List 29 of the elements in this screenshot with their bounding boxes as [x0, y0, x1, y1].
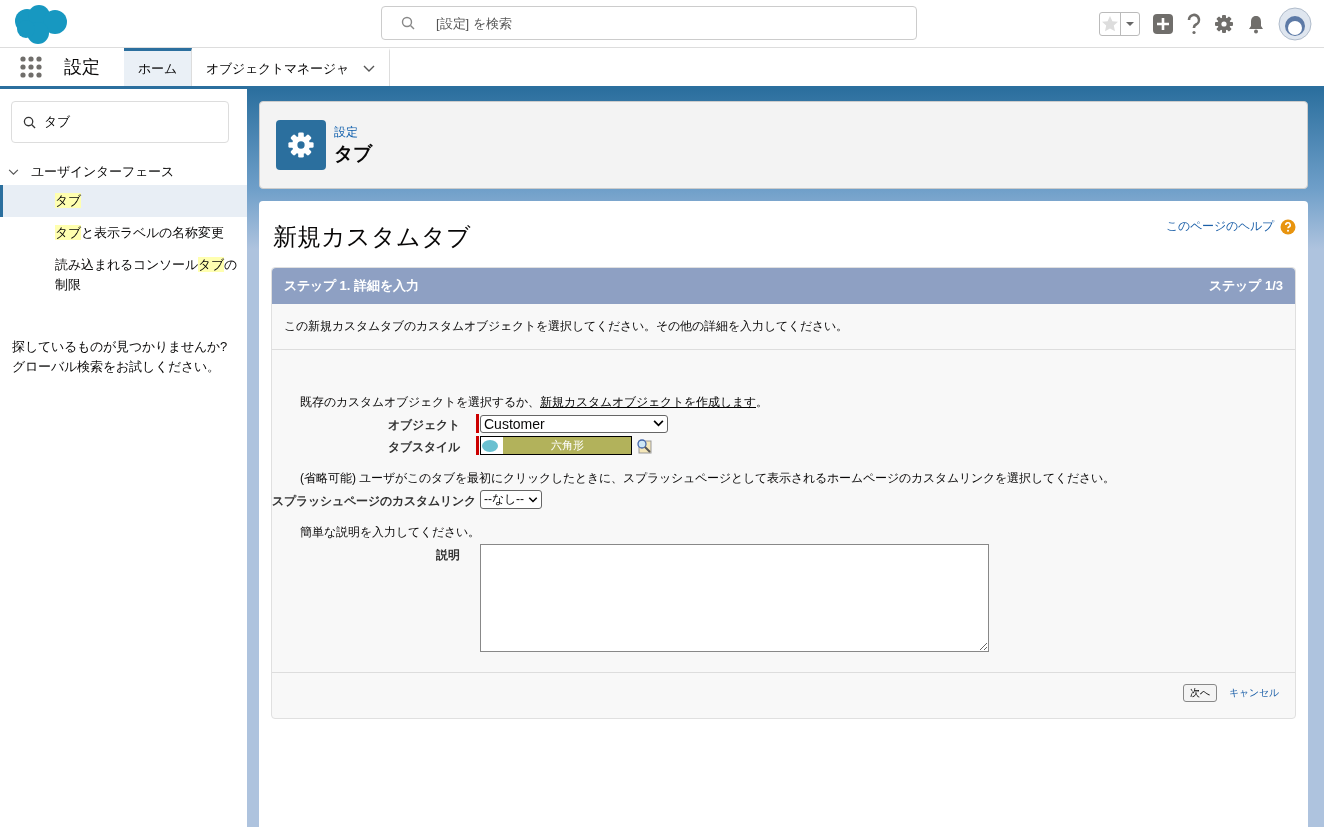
tree-item[interactable]: タブと表示ラベルの名称変更: [0, 217, 247, 249]
breadcrumb-link[interactable]: 設定: [334, 123, 372, 141]
splash-link-select[interactable]: --なし--: [480, 490, 542, 509]
step-count: ステップ 1/3: [1209, 277, 1283, 295]
quick-find-field[interactable]: タブ: [11, 101, 229, 143]
field-label: 説明: [435, 547, 461, 564]
tree-node[interactable]: ユーザインターフェース: [0, 159, 247, 185]
page-title: タブ: [334, 141, 372, 166]
instruction-text: 簡単な説明を入力してください。: [300, 524, 481, 541]
next-button[interactable]: 次へ: [1183, 684, 1217, 702]
field-label: オブジェクト: [387, 417, 461, 434]
instruction-text: 既存のカスタムオブジェクトを選択するか、新規カスタムオブジェクトを作成します。: [300, 394, 769, 411]
search-field[interactable]: [設定] を検索: [381, 6, 917, 40]
tree-item[interactable]: 読み込まれるコンソールタブの制限: [0, 249, 247, 301]
help-link[interactable]: このページのヘルプ: [1166, 218, 1274, 235]
help-text: 探しているものが見つかりませんか? グローバル検索をお試しください。: [12, 338, 229, 376]
cancel-link[interactable]: キャンセル: [1229, 686, 1279, 700]
step-title: ステップ 1. 詳細を入力: [284, 277, 420, 295]
nav-tab[interactable]: オブジェクトマネージャ: [192, 48, 390, 86]
object-select[interactable]: Customer: [480, 414, 668, 433]
nav-tab[interactable]: ホーム: [124, 48, 192, 86]
instruction-text: (省略可能) ユーザがこのタブを最初にクリックしたときに、スプラッシュページとして表示されるホームページのカスタムリンクを選択してください。: [300, 470, 1117, 487]
field-label: スプラッシュページのカスタムリンク: [272, 493, 476, 510]
intro-text: この新規カスタムタブのカスタムオブジェクトを選択してください。その他の詳細を入力してください。: [272, 304, 1295, 350]
tree-item[interactable]: タブ: [0, 185, 247, 217]
form-title: 新規カスタムタブ: [273, 222, 471, 252]
field-label: タブスタイル: [387, 439, 461, 456]
create-object-link[interactable]: 新規カスタムオブジェクトを作成します: [540, 395, 756, 409]
app-name: 設定: [64, 56, 100, 79]
